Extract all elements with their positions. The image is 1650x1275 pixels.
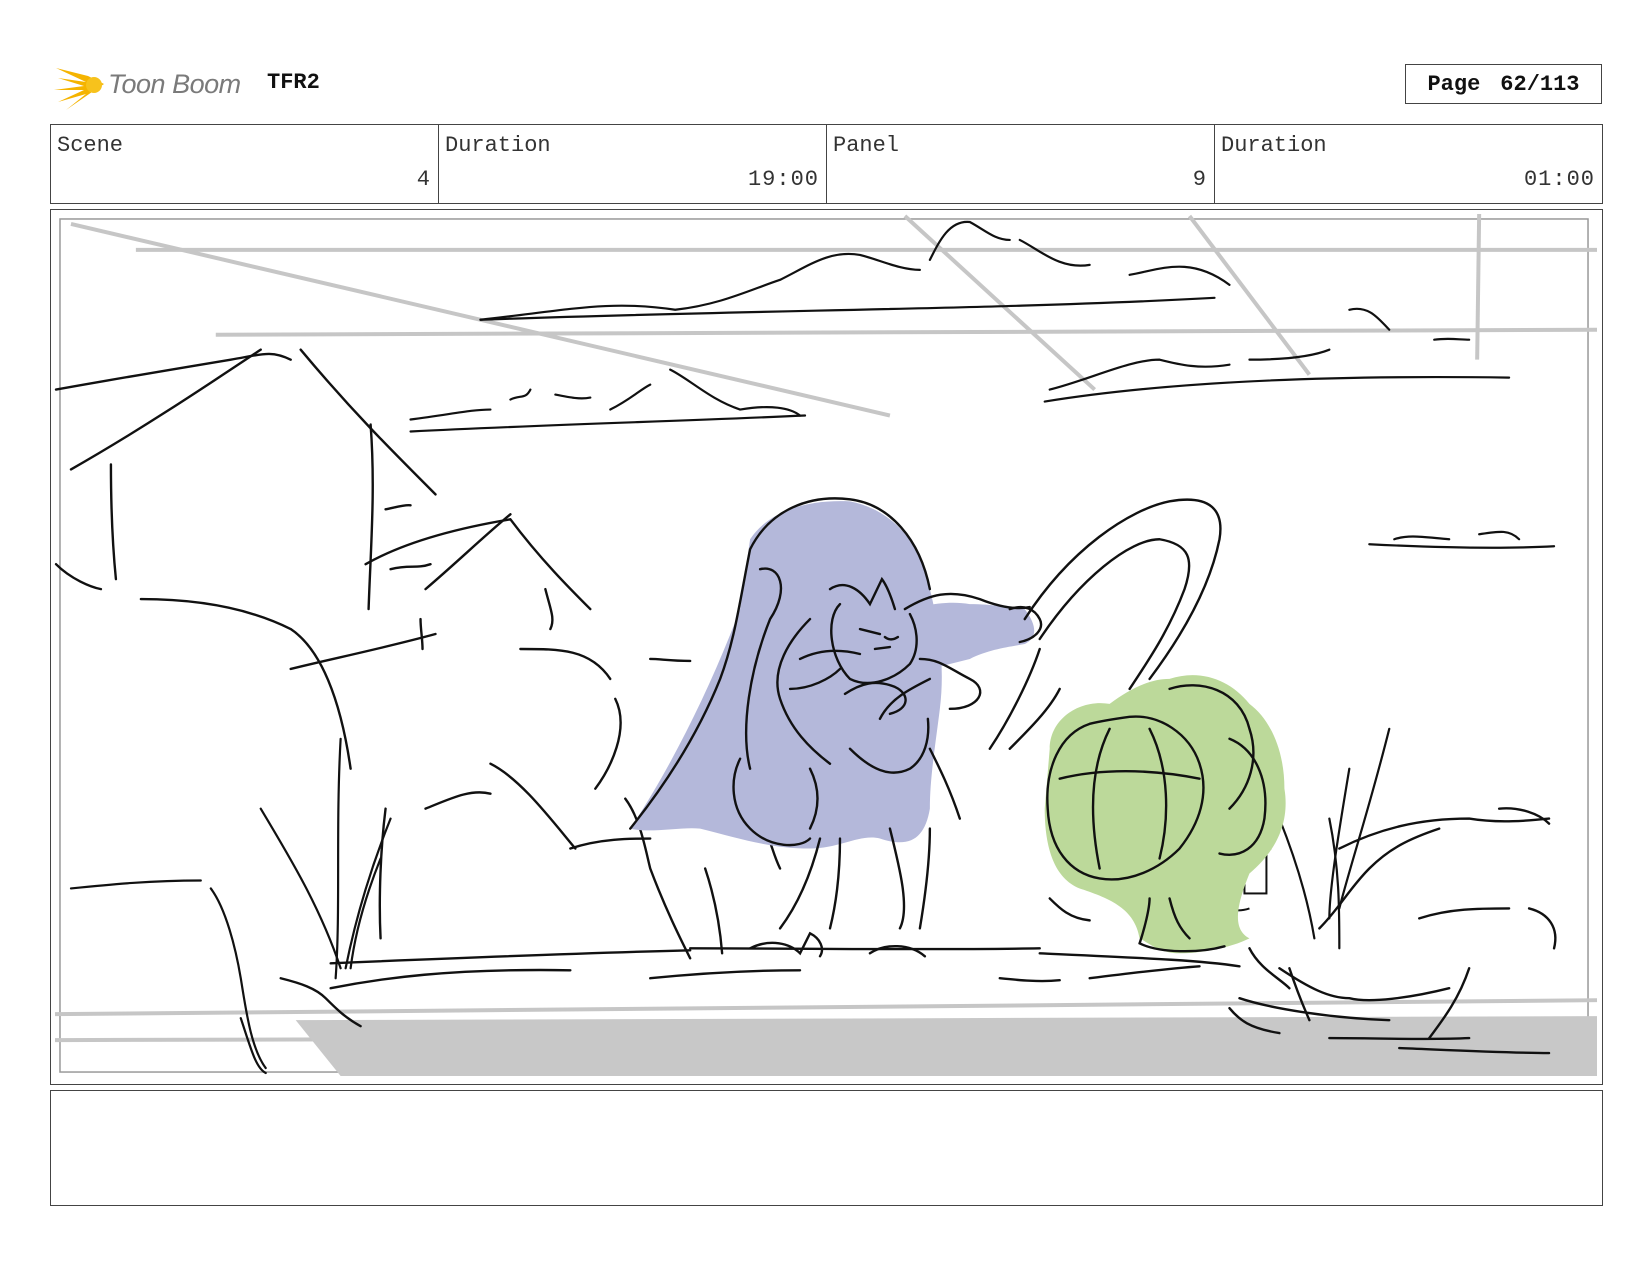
brand-name: Toon Boom [108, 68, 241, 99]
ground-lines [279, 947, 1241, 1028]
project-title: TFR2 [267, 70, 320, 95]
panel-value: 9 [1192, 167, 1207, 192]
clouds [409, 220, 1556, 549]
scene-label: Scene [57, 133, 124, 158]
green-creature [1044, 675, 1286, 954]
panel-sketch [54, 213, 1598, 1077]
caped-figure [629, 497, 1043, 958]
scene-cell: Scene 4 [51, 125, 439, 203]
page-indicator: Page 62/113 [1405, 64, 1602, 104]
page-label: Page [1427, 71, 1481, 97]
ground-shadow [295, 1016, 1598, 1077]
toon-boom-logo: Toon Boom [52, 56, 241, 112]
scene-duration-label: Duration [445, 133, 551, 158]
panel-notes [50, 1090, 1603, 1206]
star-burst-icon [54, 68, 104, 110]
panel-info-table: Scene 4 Duration 19:00 Panel 9 Duration … [50, 124, 1603, 204]
panel-duration-label: Duration [1221, 133, 1327, 158]
scene-duration-value: 19:00 [747, 167, 819, 192]
storyboard-panel [50, 209, 1603, 1085]
panel-label: Panel [833, 133, 900, 158]
scene-value: 4 [416, 167, 431, 192]
panel-duration-value: 01:00 [1523, 167, 1595, 192]
panel-duration-cell: Duration 01:00 [1215, 125, 1602, 203]
page-number: 62/113 [1500, 71, 1580, 97]
panel-cell: Panel 9 [827, 125, 1215, 203]
background-rocks [54, 348, 782, 960]
foreground-rocks [1228, 807, 1557, 1055]
scene-duration-cell: Duration 19:00 [439, 125, 827, 203]
